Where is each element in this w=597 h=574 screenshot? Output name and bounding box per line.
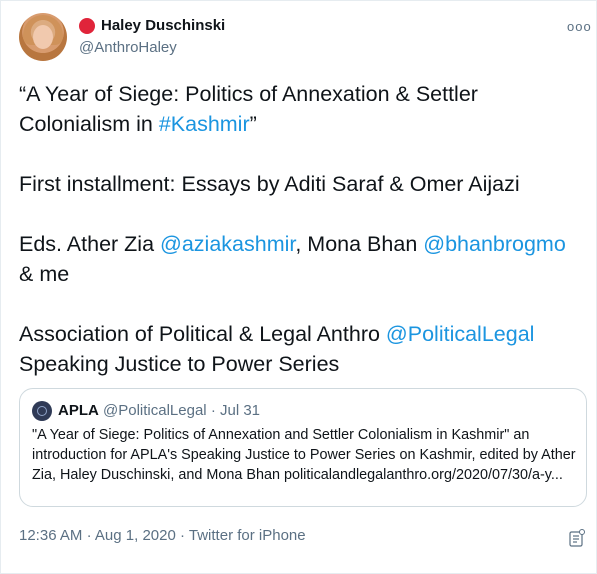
body-text-segment: & me xyxy=(19,262,70,286)
body-text-segment: , Mona Bhan xyxy=(295,232,424,256)
body-text-segment: Eds. Ather Zia xyxy=(19,232,161,256)
tweet-paragraph-4: Association of Political & Legal Anthro … xyxy=(19,319,584,379)
author-name[interactable]: Haley Duschinski xyxy=(101,17,225,34)
analytics-icon[interactable] xyxy=(569,529,585,547)
author-avatar[interactable] xyxy=(19,13,67,61)
quoted-separator: · xyxy=(210,402,216,419)
quoted-author-handle: @PoliticalLegal xyxy=(103,402,207,419)
footer-separator: · xyxy=(86,527,92,544)
mention-link[interactable]: @PoliticalLegal xyxy=(386,322,535,346)
tweet-footer: 12:36 AM · Aug 1, 2020 · Twitter for iPh… xyxy=(19,527,306,544)
quoted-tweet[interactable]: APLA @PoliticalLegal · Jul 31 "A Year of… xyxy=(19,388,587,507)
quoted-link[interactable]: politicalandlegalanthro.org/2020/07/30/a… xyxy=(284,467,563,483)
tweet-paragraph-3: Eds. Ather Zia @aziakashmir, Mona Bhan @… xyxy=(19,229,584,289)
hashtag-link[interactable]: #Kashmir xyxy=(159,112,250,136)
red-circle-icon xyxy=(79,17,95,34)
mention-link[interactable]: @aziakashmir xyxy=(160,232,295,256)
tweet-paragraph-2: First installment: Essays by Aditi Saraf… xyxy=(19,169,584,199)
tweet-source[interactable]: Twitter for iPhone xyxy=(189,527,306,544)
body-text-segment: First installment: Essays by Aditi Saraf… xyxy=(19,172,520,196)
tweet-paragraph-1: “A Year of Siege: Politics of Annexation… xyxy=(19,79,584,139)
quoted-tweet-text: "A Year of Siege: Politics of Annexation… xyxy=(32,425,580,485)
avatar-face xyxy=(33,25,53,49)
more-options-icon[interactable]: ooo xyxy=(567,19,592,34)
body-text-segment: Association of Political & Legal Anthro xyxy=(19,322,386,346)
quoted-tweet-header: APLA @PoliticalLegal · Jul 31 xyxy=(58,402,260,419)
quoted-author-name: APLA xyxy=(58,402,99,419)
tweet-card: Haley Duschinski @AnthroHaley ooo “A Yea… xyxy=(0,0,597,574)
tweet-body: “A Year of Siege: Politics of Annexation… xyxy=(19,79,584,409)
mention-link[interactable]: @bhanbrogmo xyxy=(423,232,566,256)
author-name-row: Haley Duschinski xyxy=(79,17,225,34)
author-handle[interactable]: @AnthroHaley xyxy=(79,39,177,56)
quoted-author-avatar xyxy=(32,401,52,421)
body-text-segment: ” xyxy=(249,112,257,136)
tweet-date[interactable]: Aug 1, 2020 xyxy=(95,527,176,544)
body-text-segment: Speaking Justice to Power Series xyxy=(19,352,340,376)
tweet-time[interactable]: 12:36 AM xyxy=(19,527,82,544)
footer-separator: · xyxy=(179,527,185,544)
quoted-date: Jul 31 xyxy=(219,402,261,419)
